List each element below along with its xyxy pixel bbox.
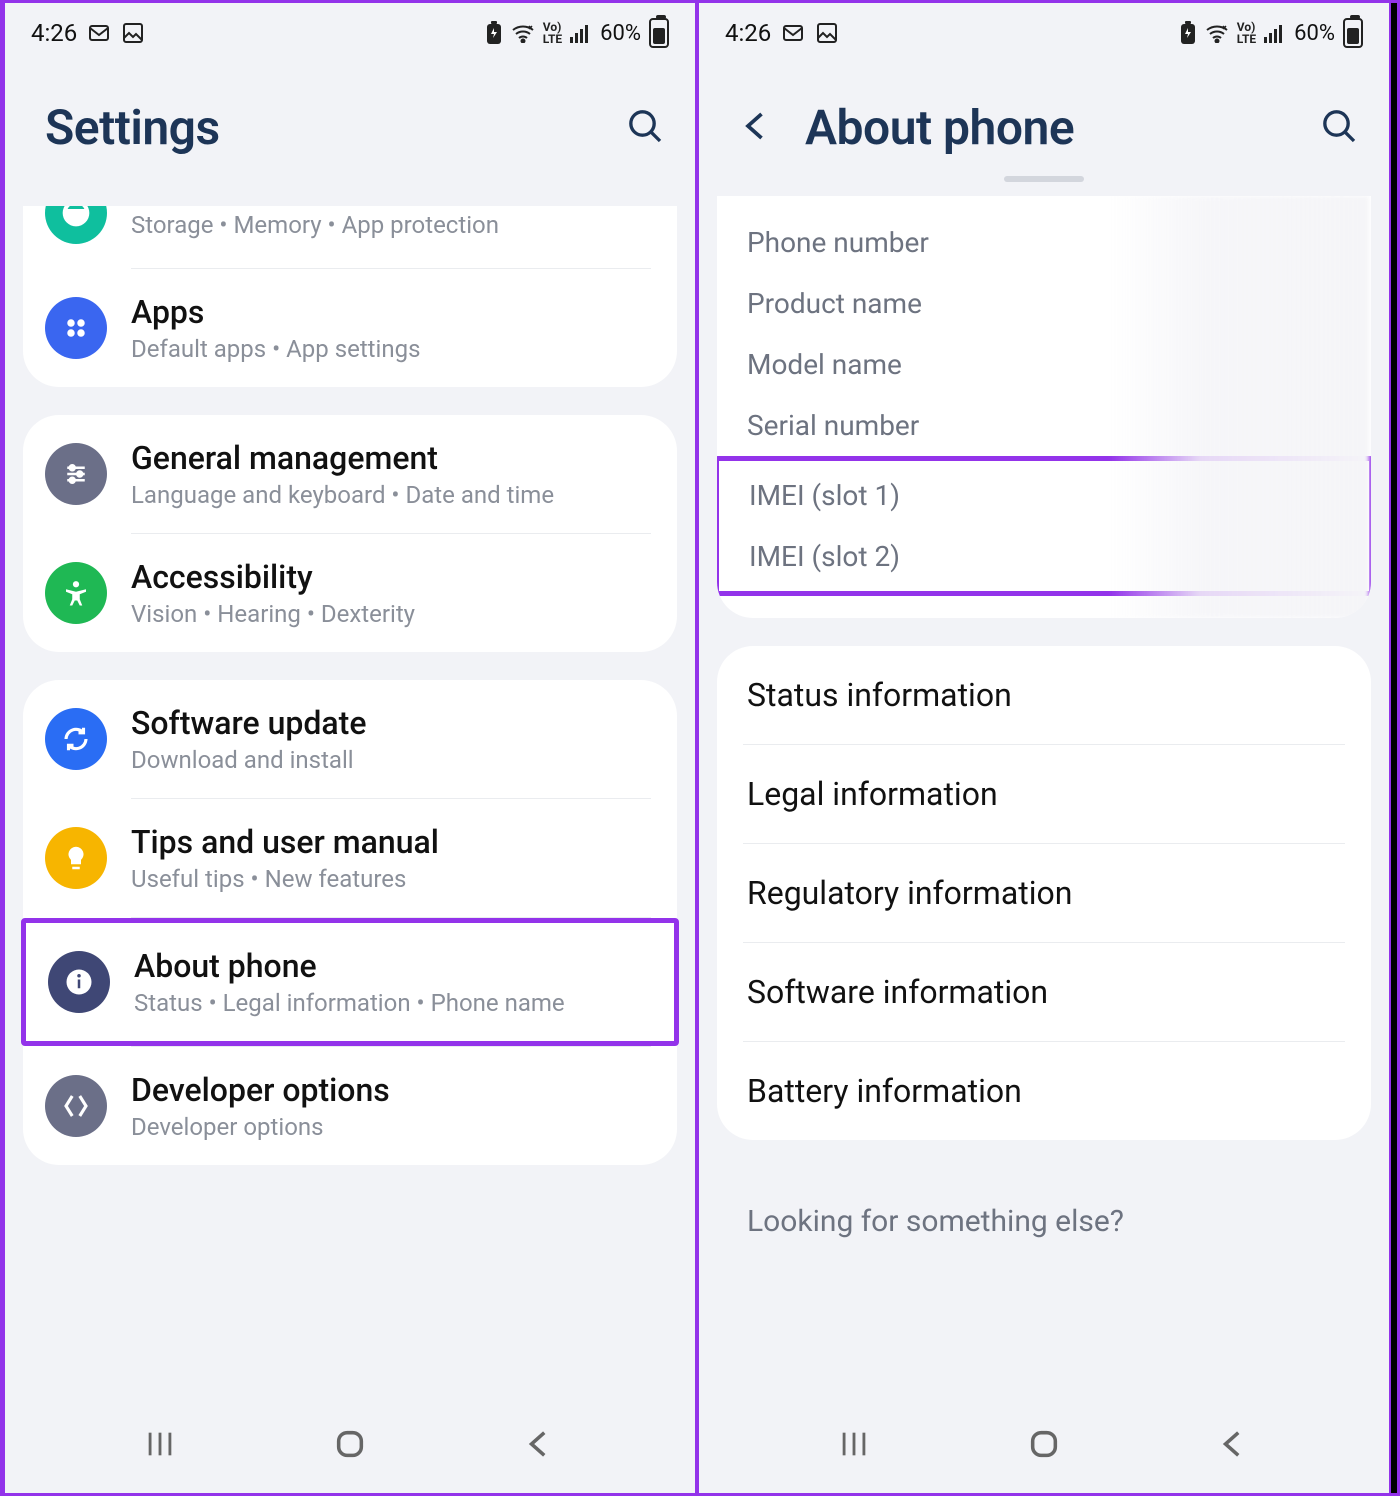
software-information[interactable]: Software information <box>717 943 1371 1041</box>
battery-pct: 60% <box>1294 21 1335 46</box>
battery-saver-icon <box>1179 21 1197 45</box>
info-phone-number[interactable]: Phone number <box>717 212 1371 273</box>
settings-item-title: General management <box>131 439 651 477</box>
recents-button[interactable] <box>130 1414 190 1474</box>
wifi-icon <box>1205 23 1229 43</box>
imei-highlight: IMEI (slot 1) IMEI (slot 2) <box>717 456 1371 596</box>
settings-item-sub: Default apps • App settings <box>131 335 651 363</box>
volte-icon: Vo)LTE <box>543 21 562 45</box>
about-phone-screen: 4:26 Vo)LTE 60% About phone Phone number… <box>697 3 1391 1493</box>
settings-item-title: Developer options <box>131 1071 651 1109</box>
settings-card-devicecare: Storage • Memory • App protection Apps D… <box>23 206 677 387</box>
battery-information[interactable]: Battery information <box>717 1042 1371 1140</box>
nav-bar-left <box>5 1405 695 1493</box>
back-button[interactable] <box>1204 1414 1264 1474</box>
home-button[interactable] <box>320 1414 380 1474</box>
legal-information[interactable]: Legal information <box>717 745 1371 843</box>
settings-item-sub: Language and keyboard • Date and time <box>131 481 651 509</box>
settings-item-software[interactable]: Software update Download and install <box>23 680 677 798</box>
regulatory-information[interactable]: Regulatory information <box>717 844 1371 942</box>
settings-header: Settings <box>5 59 695 206</box>
info-imei-1[interactable]: IMEI (slot 1) <box>719 465 1369 526</box>
battery-saver-icon <box>485 21 503 45</box>
settings-item-title: Tips and user manual <box>131 823 651 861</box>
back-button[interactable] <box>510 1414 570 1474</box>
settings-item-sub: Status • Legal information • Phone name <box>134 989 648 1017</box>
settings-item-about[interactable]: About phone Status • Legal information •… <box>26 923 674 1041</box>
about-header: About phone <box>699 59 1389 176</box>
general-icon <box>45 443 107 505</box>
nav-bar-right <box>699 1405 1389 1493</box>
wifi-icon <box>511 23 535 43</box>
drag-handle[interactable] <box>1004 176 1084 182</box>
home-button[interactable] <box>1014 1414 1074 1474</box>
accessibility-icon <box>45 562 107 624</box>
settings-item-title: Apps <box>131 293 651 331</box>
battery-icon <box>649 18 669 48</box>
settings-screen: 4:26 Vo)LTE 60% Settings Storag <box>3 3 697 1493</box>
settings-item-developer[interactable]: Developer options Developer options <box>23 1047 677 1165</box>
settings-item-title: About phone <box>134 947 648 985</box>
settings-item-tips[interactable]: Tips and user manual Useful tips • New f… <box>23 799 677 917</box>
picture-icon <box>121 21 145 45</box>
settings-card-system: General management Language and keyboard… <box>23 415 677 652</box>
settings-item-title: Software update <box>131 704 651 742</box>
gmail-icon <box>87 21 111 45</box>
info-imei-2[interactable]: IMEI (slot 2) <box>719 526 1369 587</box>
software-icon <box>45 708 107 770</box>
back-icon[interactable] <box>739 108 775 148</box>
info-links-card: Status information Legal information Reg… <box>717 646 1371 1140</box>
info-model-name[interactable]: Model name <box>717 334 1371 395</box>
apps-icon <box>45 297 107 359</box>
volte-icon: Vo)LTE <box>1237 21 1256 45</box>
settings-item-sub: Developer options <box>131 1113 651 1141</box>
gmail-icon <box>781 21 805 45</box>
settings-card-about: Software update Download and install Tip… <box>23 680 677 1165</box>
tips-icon <box>45 827 107 889</box>
about-icon <box>48 951 110 1013</box>
settings-item-accessibility[interactable]: Accessibility Vision • Hearing • Dexteri… <box>23 534 677 652</box>
status-bar-left: 4:26 Vo)LTE 60% <box>5 3 695 59</box>
signal-icon <box>570 23 592 43</box>
status-information[interactable]: Status information <box>717 646 1371 744</box>
settings-item-sub: Storage • Memory • App protection <box>131 211 651 239</box>
settings-item-sub: Vision • Hearing • Dexterity <box>131 600 651 628</box>
battery-icon <box>1343 18 1363 48</box>
info-serial-number[interactable]: Serial number <box>717 395 1371 456</box>
search-icon[interactable] <box>625 106 665 150</box>
page-title: About phone <box>805 99 1074 156</box>
looking-for-something[interactable]: Looking for something else? <box>717 1168 1371 1239</box>
settings-item-sub: Download and install <box>131 746 651 774</box>
settings-item-title: Accessibility <box>131 558 651 596</box>
settings-item-apps[interactable]: Apps Default apps • App settings <box>23 269 677 387</box>
about-phone-highlight: About phone Status • Legal information •… <box>21 918 679 1046</box>
status-time: 4:26 <box>31 19 77 47</box>
devicecare-icon <box>45 206 107 244</box>
settings-item-general[interactable]: General management Language and keyboard… <box>23 415 677 533</box>
status-bar-right: 4:26 Vo)LTE 60% <box>699 3 1389 59</box>
battery-pct: 60% <box>600 21 641 46</box>
search-icon[interactable] <box>1319 106 1359 150</box>
settings-item-devicecare[interactable]: Storage • Memory • App protection <box>23 206 677 268</box>
picture-icon <box>815 21 839 45</box>
status-time: 4:26 <box>725 19 771 47</box>
device-info-card: Phone number Product name Model name Ser… <box>717 196 1371 618</box>
signal-icon <box>1264 23 1286 43</box>
settings-item-sub: Useful tips • New features <box>131 865 651 893</box>
info-product-name[interactable]: Product name <box>717 273 1371 334</box>
developer-icon <box>45 1075 107 1137</box>
page-title: Settings <box>45 99 220 156</box>
recents-button[interactable] <box>824 1414 884 1474</box>
